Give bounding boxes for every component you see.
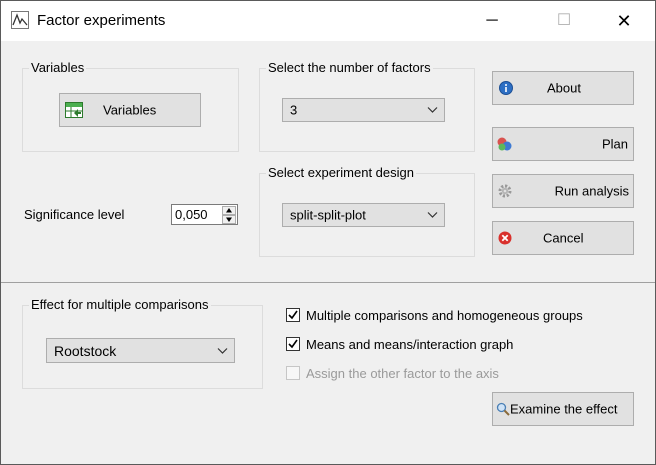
checkmark-icon (288, 310, 298, 320)
plan-icon (497, 137, 512, 151)
means-graph-checkbox[interactable] (286, 337, 300, 351)
chevron-down-icon (427, 107, 438, 113)
cancel-button[interactable]: Cancel (492, 221, 634, 255)
comparisons-group-label: Effect for multiple comparisons (29, 297, 211, 312)
variables-table-icon (65, 102, 83, 118)
assign-factor-label: Assign the other factor to the axis (306, 366, 499, 381)
run-analysis-button-label: Run analysis (554, 183, 629, 199)
multiple-comparisons-checkbox[interactable] (286, 308, 300, 322)
design-group-label: Select experiment design (266, 165, 416, 180)
variables-button-label: Variables (103, 102, 157, 118)
assign-factor-checkbox (286, 366, 300, 380)
window-title: Factor experiments (37, 12, 166, 29)
run-analysis-button[interactable]: Run analysis (492, 174, 634, 208)
significance-label: Significance level (24, 207, 125, 222)
maximize-button[interactable]: ☐ (541, 1, 587, 41)
gear-icon (498, 184, 512, 198)
factors-select[interactable]: 3 (282, 98, 445, 122)
examine-effect-button[interactable]: Examine the effect (492, 392, 634, 426)
plan-button-label: Plan (601, 136, 628, 152)
factor-experiments-window: Factor experiments ─ ☐ ✕ Variables Varia… (0, 0, 656, 465)
checkmark-icon (288, 339, 298, 349)
examine-effect-button-label: Examine the effect (510, 401, 618, 417)
close-button[interactable]: ✕ (601, 1, 647, 41)
factors-group-label: Select the number of factors (266, 60, 433, 75)
cancel-icon (498, 231, 512, 245)
design-select[interactable]: split-split-plot (282, 203, 445, 227)
about-button[interactable]: About (492, 71, 634, 105)
about-button-label: About (547, 80, 581, 96)
minimize-button[interactable]: ─ (469, 1, 515, 41)
title-bar: Factor experiments ─ ☐ ✕ (1, 1, 655, 41)
chevron-down-icon (217, 347, 228, 354)
chevron-down-icon (427, 212, 438, 218)
plan-button[interactable]: Plan (492, 127, 634, 161)
factors-select-value: 3 (290, 102, 298, 118)
spinner-arrows-icon[interactable] (222, 206, 236, 224)
effect-select[interactable]: Rootstock (46, 338, 235, 363)
info-icon (499, 81, 513, 95)
effect-select-value: Rootstock (54, 342, 117, 359)
design-select-value: split-split-plot (290, 207, 366, 223)
significance-spinner[interactable]: 0,050 (171, 204, 238, 225)
magnifier-icon (496, 402, 510, 416)
multiple-comparisons-label: Multiple comparisons and homogeneous gro… (306, 308, 583, 323)
means-graph-label: Means and means/interaction graph (306, 337, 514, 352)
cancel-button-label: Cancel (543, 230, 584, 246)
significance-value: 0,050 (175, 207, 208, 222)
app-icon (11, 11, 29, 29)
section-divider (1, 282, 655, 283)
variables-group-label: Variables (29, 60, 87, 75)
variables-button[interactable]: Variables (59, 93, 201, 127)
